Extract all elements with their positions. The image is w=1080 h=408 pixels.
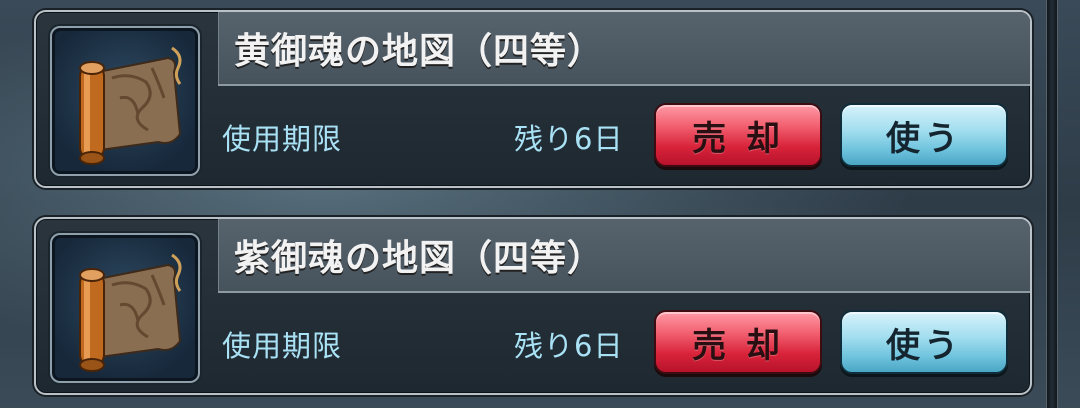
scrollbar[interactable]	[1046, 0, 1058, 408]
sell-button[interactable]: 売 却	[654, 310, 822, 374]
item-title: 紫御魂の地図（四等）	[234, 238, 605, 279]
item-icon-frame	[50, 233, 200, 383]
treasure-map-scroll-icon	[79, 46, 182, 165]
remaining-days: 残り6日	[514, 122, 624, 156]
item-title-bar: 紫御魂の地図（四等）	[218, 219, 1030, 293]
treasure-map-scroll-icon	[79, 253, 182, 372]
sell-button[interactable]: 売 却	[654, 103, 822, 167]
item-card: 黄御魂の地図（四等） 使用期限 残り6日 売 却 使う	[34, 10, 1032, 188]
item-card: 紫御魂の地図（四等） 使用期限 残り6日 売 却 使う	[34, 217, 1032, 395]
remaining-days: 残り6日	[514, 329, 624, 363]
expiry-label: 使用期限	[222, 122, 343, 156]
expiry-label: 使用期限	[222, 329, 343, 363]
item-title: 黄御魂の地図（四等）	[234, 31, 605, 72]
item-title-bar: 黄御魂の地図（四等）	[218, 12, 1030, 86]
use-button[interactable]: 使う	[840, 310, 1008, 374]
use-button[interactable]: 使う	[840, 103, 1008, 167]
item-icon-frame	[50, 26, 200, 176]
